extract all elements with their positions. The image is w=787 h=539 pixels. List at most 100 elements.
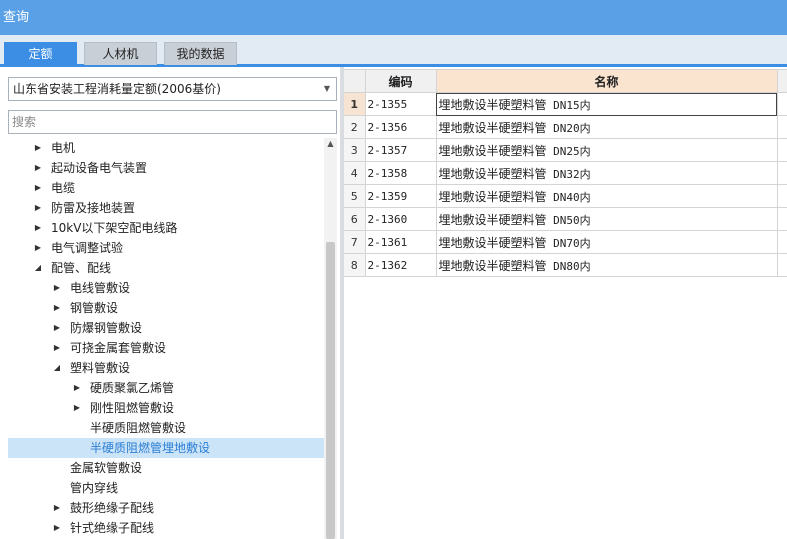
tree-item-label: 电气调整试验: [51, 241, 124, 255]
name-spec: DN80内: [553, 259, 591, 273]
row-number-cell[interactable]: 3: [344, 138, 366, 162]
column-header-code[interactable]: 编码: [365, 69, 437, 93]
expand-arrow-icon[interactable]: ▶: [52, 318, 62, 338]
tree-item[interactable]: ▶ 防雷及接地装置: [8, 198, 324, 218]
table-row[interactable]: 6 2-1360 埋地敷设半硬塑料管 DN50内: [344, 207, 787, 231]
name-spec: DN32内: [553, 167, 591, 181]
tab-strip: 定额 人材机 我的数据: [0, 35, 787, 67]
tree-item[interactable]: ▶ 起动设备电气装置: [8, 158, 324, 178]
collapse-arrow-icon[interactable]: ◢: [33, 258, 43, 278]
search-input[interactable]: [8, 110, 337, 134]
code-cell[interactable]: 2-1361: [365, 230, 437, 254]
expand-arrow-icon[interactable]: ▶: [72, 398, 82, 418]
column-header-extra: [777, 69, 787, 93]
expand-arrow-icon[interactable]: ▶: [33, 238, 43, 258]
tree-item[interactable]: ◢ 配管、配线: [8, 258, 324, 278]
tree-item-label: 半硬质阻燃管埋地敷设: [90, 441, 211, 455]
name-text: 埋地敷设半硬塑料管: [438, 120, 547, 135]
name-cell[interactable]: 埋地敷设半硬塑料管 DN25内: [436, 138, 778, 162]
expand-arrow-icon[interactable]: ▶: [52, 278, 62, 298]
tree-scrollbar[interactable]: ▲: [324, 138, 337, 539]
tree-item-label: 管内穿线: [70, 481, 119, 495]
tree-item[interactable]: ▶ 硬质聚氯乙烯管: [8, 378, 324, 398]
tab-quota[interactable]: 定额: [4, 42, 77, 65]
expand-arrow-icon[interactable]: ▶: [52, 498, 62, 518]
code-cell[interactable]: 2-1357: [365, 138, 437, 162]
table-row[interactable]: 1 2-1355 埋地敷设半硬塑料管 DN15内: [344, 92, 787, 116]
table-row[interactable]: 3 2-1357 埋地敷设半硬塑料管 DN25内: [344, 138, 787, 162]
expand-arrow-icon[interactable]: ▶: [33, 178, 43, 198]
tree-item[interactable]: 金属软管敷设: [8, 458, 324, 478]
tree-item[interactable]: ▶ 电缆: [8, 178, 324, 198]
table-row[interactable]: 8 2-1362 埋地敷设半硬塑料管 DN80内: [344, 253, 787, 277]
table-row[interactable]: 5 2-1359 埋地敷设半硬塑料管 DN40内: [344, 184, 787, 208]
expand-arrow-icon[interactable]: ▶: [33, 158, 43, 178]
tree-item-label: 塑料管敷设: [70, 361, 131, 375]
tree-item[interactable]: ▶ 钢管敷设: [8, 298, 324, 318]
name-text: 埋地敷设半硬塑料管: [438, 166, 547, 181]
expand-arrow-icon[interactable]: ▶: [52, 338, 62, 358]
extra-cell: [777, 207, 787, 231]
row-number-cell[interactable]: 5: [344, 184, 366, 208]
extra-cell: [777, 161, 787, 185]
name-text: 埋地敷设半硬塑料管: [438, 189, 547, 204]
row-number-cell[interactable]: 7: [344, 230, 366, 254]
tree-item[interactable]: 管内穿线: [8, 478, 324, 498]
name-cell[interactable]: 埋地敷设半硬塑料管 DN15内: [436, 92, 778, 116]
tree-item[interactable]: ▶ 可挠金属套管敷设: [8, 338, 324, 358]
expand-arrow-icon[interactable]: ▶: [33, 138, 43, 158]
name-spec: DN15内: [553, 98, 591, 112]
tab-my-data[interactable]: 我的数据: [164, 42, 237, 65]
row-number-cell[interactable]: 8: [344, 253, 366, 277]
tree-item[interactable]: ◢ 塑料管敷设: [8, 358, 324, 378]
tree-item[interactable]: 半硬质阻燃管埋地敷设: [8, 438, 324, 458]
code-cell[interactable]: 2-1362: [365, 253, 437, 277]
tree-item[interactable]: ▶ 刚性阻燃管敷设: [8, 398, 324, 418]
name-cell[interactable]: 埋地敷设半硬塑料管 DN50内: [436, 207, 778, 231]
code-cell[interactable]: 2-1358: [365, 161, 437, 185]
extra-cell: [777, 115, 787, 139]
tab-labor-material-machine[interactable]: 人材机: [84, 42, 157, 65]
code-cell[interactable]: 2-1355: [365, 92, 437, 116]
scrollbar-thumb[interactable]: [326, 242, 335, 539]
chevron-down-icon[interactable]: ▼: [318, 78, 336, 100]
row-number-cell[interactable]: 4: [344, 161, 366, 185]
name-cell[interactable]: 埋地敷设半硬塑料管 DN20内: [436, 115, 778, 139]
row-number-cell[interactable]: 2: [344, 115, 366, 139]
name-cell[interactable]: 埋地敷设半硬塑料管 DN80内: [436, 253, 778, 277]
expand-arrow-icon[interactable]: ▶: [72, 378, 82, 398]
row-number-cell[interactable]: 6: [344, 207, 366, 231]
name-cell[interactable]: 埋地敷设半硬塑料管 DN32内: [436, 161, 778, 185]
table-header-row: 编码 名称: [344, 69, 787, 93]
tree-item[interactable]: ▶ 电机: [8, 138, 324, 158]
tree-item[interactable]: ▶ 10kV以下架空配电线路: [8, 218, 324, 238]
code-cell[interactable]: 2-1359: [365, 184, 437, 208]
column-header-name[interactable]: 名称: [436, 69, 778, 93]
tree-item[interactable]: ▶ 鼓形绝缘子配线: [8, 498, 324, 518]
code-cell[interactable]: 2-1360: [365, 207, 437, 231]
tree-item-label: 电机: [51, 141, 76, 155]
table-row[interactable]: 2 2-1356 埋地敷设半硬塑料管 DN20内: [344, 115, 787, 139]
scroll-up-icon[interactable]: ▲: [324, 138, 337, 150]
tree-item[interactable]: ▶ 电气调整试验: [8, 238, 324, 258]
tree-item[interactable]: 半硬质阻燃管敷设: [8, 418, 324, 438]
expand-arrow-icon[interactable]: ▶: [33, 198, 43, 218]
table-row[interactable]: 7 2-1361 埋地敷设半硬塑料管 DN70内: [344, 230, 787, 254]
row-number-cell[interactable]: 1: [344, 92, 366, 116]
name-cell[interactable]: 埋地敷设半硬塑料管 DN70内: [436, 230, 778, 254]
tree-item-label: 防爆钢管敷设: [70, 321, 143, 335]
collapse-arrow-icon[interactable]: ◢: [52, 358, 62, 378]
name-cell[interactable]: 埋地敷设半硬塑料管 DN40内: [436, 184, 778, 208]
tree-item[interactable]: ▶ 针式绝缘子配线: [8, 518, 324, 538]
quota-library-select[interactable]: 山东省安装工程消耗量定额(2006基价) ▼: [8, 77, 337, 101]
tree-item-label: 起动设备电气装置: [51, 161, 148, 175]
expand-arrow-icon[interactable]: ▶: [52, 518, 62, 538]
name-spec: DN70内: [553, 236, 591, 250]
expand-arrow-icon[interactable]: ▶: [33, 218, 43, 238]
tree-item[interactable]: ▶ 防爆钢管敷设: [8, 318, 324, 338]
table-row[interactable]: 4 2-1358 埋地敷设半硬塑料管 DN32内: [344, 161, 787, 185]
expand-arrow-icon[interactable]: ▶: [52, 298, 62, 318]
tree-item-label: 10kV以下架空配电线路: [51, 221, 178, 235]
code-cell[interactable]: 2-1356: [365, 115, 437, 139]
tree-item[interactable]: ▶ 电线管敷设: [8, 278, 324, 298]
